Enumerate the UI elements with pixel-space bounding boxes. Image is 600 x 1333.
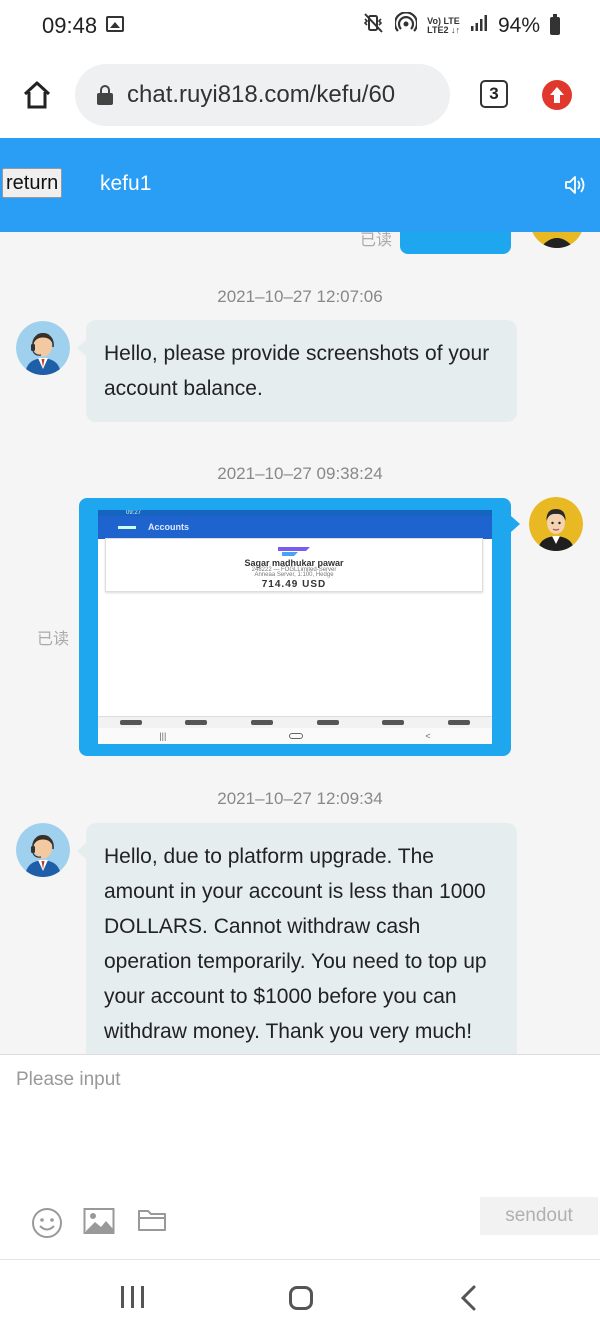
screenshot-account-card: Sagar madhukar pawar 248222 — FOGLLimite… <box>105 538 483 592</box>
chat-title: kefu1 <box>100 172 152 195</box>
screenshot-system-nav: ||| < <box>98 728 492 744</box>
battery-icon <box>550 13 560 35</box>
system-navigation-bar <box>0 1259 600 1333</box>
status-time: 09:48 <box>42 13 98 38</box>
home-button-icon[interactable] <box>289 1286 313 1310</box>
status-bar: 09:48 Vo) LTE LTE2 ↓↑ 94% <box>0 0 600 52</box>
screenshot-app-bar: Accounts <box>98 516 492 539</box>
message-bubble-partial <box>400 232 511 254</box>
agent-avatar <box>16 321 70 375</box>
user-avatar <box>530 232 584 248</box>
network-type: Vo) LTE LTE2 ↓↑ <box>427 15 460 35</box>
back-icon[interactable] <box>458 1284 478 1317</box>
signal-icon <box>470 14 488 38</box>
message-timestamp: 2021–10–27 12:07:06 <box>217 287 383 306</box>
agent-avatar <box>16 823 70 877</box>
image-icon <box>106 16 124 32</box>
lock-icon <box>97 85 113 105</box>
agent-message-bubble: Hello, due to platform upgrade. The amou… <box>77 823 517 1054</box>
hotspot-icon <box>394 11 419 39</box>
battery-percent: 94% <box>497 13 540 37</box>
send-button[interactable]: sendout <box>480 1197 598 1235</box>
url-text[interactable]: chat.ruyi818.com/kefu/60 <box>127 81 395 109</box>
address-bar[interactable]: chat.ruyi818.com/kefu/60 <box>75 64 450 126</box>
message-timestamp: 2021–10–27 12:09:34 <box>217 789 383 808</box>
return-button[interactable]: return <box>2 168 63 198</box>
message-timestamp: 2021–10–27 09:38:24 <box>217 464 383 483</box>
agent-message-bubble: Hello, please provide screenshots of you… <box>77 320 517 422</box>
composer: sendout <box>0 1054 600 1259</box>
image-upload-icon[interactable] <box>83 1207 115 1240</box>
chat-header: return kefu1 <box>0 138 600 232</box>
read-receipt: 已读 <box>37 631 70 648</box>
folder-icon[interactable] <box>137 1207 167 1238</box>
screenshot-bottom-nav <box>98 716 492 728</box>
screenshot-title: Accounts <box>148 522 190 532</box>
user-avatar <box>529 497 583 551</box>
emoji-icon[interactable] <box>31 1207 63 1244</box>
screenshot-account-details: Anneaa Server, 1:100, Hedge <box>254 572 334 578</box>
home-icon[interactable] <box>22 80 52 110</box>
recent-apps-icon[interactable] <box>121 1286 144 1308</box>
tabs-button[interactable]: 3 <box>480 80 508 108</box>
message-input[interactable] <box>16 1069 576 1189</box>
browser-toolbar: chat.ruyi818.com/kefu/60 3 <box>0 52 600 138</box>
image-message-bubble[interactable]: 09:27 Accounts Sagar madhukar pawar 2482… <box>79 498 520 756</box>
read-receipt: 已读 <box>360 232 393 249</box>
mute-vibrate-icon <box>363 13 385 38</box>
speaker-icon[interactable] <box>564 174 586 201</box>
screenshot-balance: 714.49 USD <box>261 579 327 590</box>
broker-logo-icon <box>278 547 310 556</box>
screenshot-menu-icon <box>118 526 136 529</box>
upload-icon[interactable] <box>542 80 572 110</box>
status-icons: Vo) LTE LTE2 ↓↑ 94% <box>363 11 560 39</box>
chat-messages[interactable]: 已读 2021–10–27 12:07:06 Hello, please pro… <box>0 232 600 1054</box>
account-screenshot[interactable]: 09:27 Accounts Sagar madhukar pawar 2482… <box>98 510 492 744</box>
